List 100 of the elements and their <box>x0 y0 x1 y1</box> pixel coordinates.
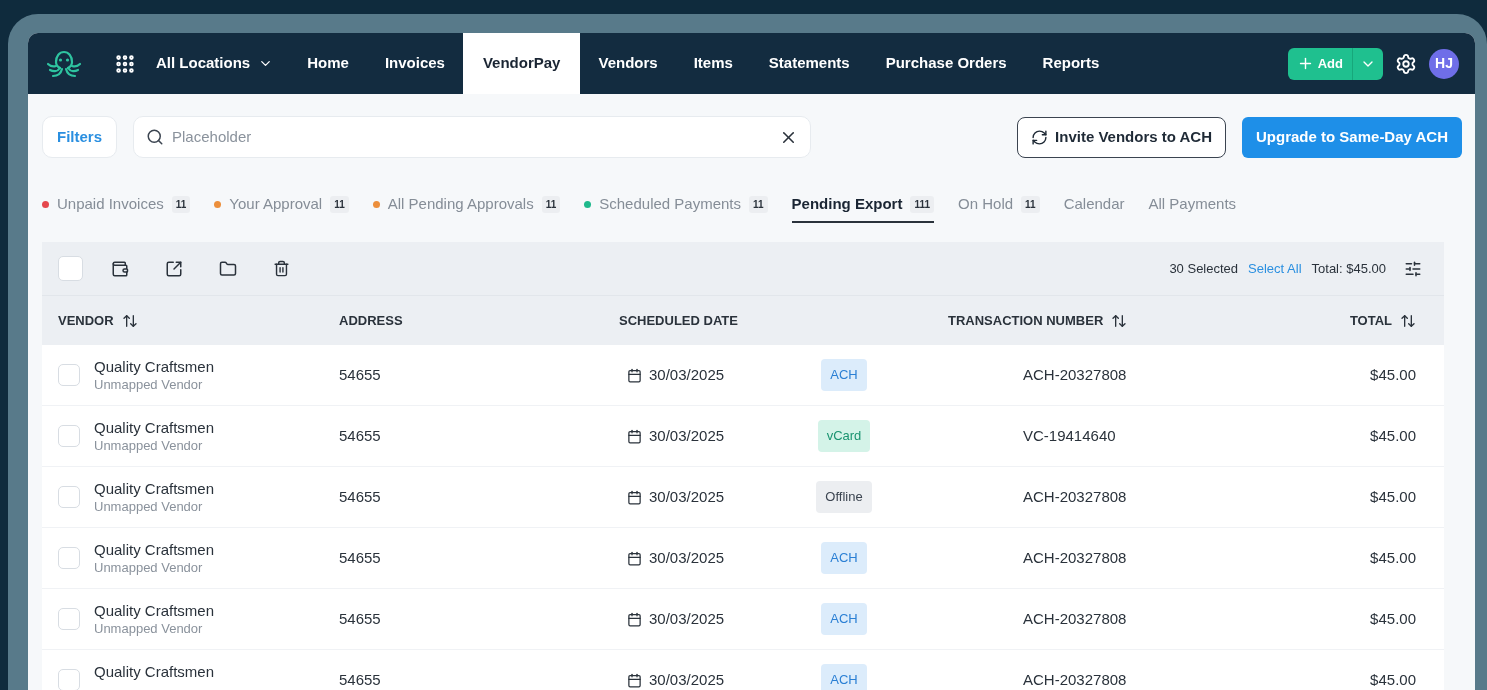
total-cell-text: $45.00 <box>1370 486 1416 507</box>
checkbox[interactable] <box>58 486 80 508</box>
address-cell: 54655 <box>339 365 381 383</box>
payment-method-badge: ACH <box>821 359 867 391</box>
tab-label: Scheduled Payments <box>599 193 742 214</box>
date-cell-text: 30/03/2025 <box>649 608 725 629</box>
nav-tab[interactable]: Statements <box>750 33 868 94</box>
status-tab[interactable]: Scheduled Payments 11 <box>584 187 768 223</box>
folder-icon[interactable] <box>219 259 237 278</box>
column-header: TOTAL <box>1349 311 1392 330</box>
table-row[interactable]: Quality Craftsmen Unmapped Vendor 54655 30/03/2025 ACH ACH-20327808 $45.00 <box>42 589 1444 650</box>
status-tab[interactable]: Unpaid Invoices 11 <box>42 187 191 223</box>
tab-label: All Pending Approvals <box>387 193 534 214</box>
total-cell-text: $45.00 <box>1370 425 1416 446</box>
sort-icon[interactable] <box>121 312 138 329</box>
payment-method-badge: Offline <box>816 481 872 513</box>
user-avatar[interactable]: HJ <box>1429 48 1459 79</box>
nav-tab[interactable]: Home <box>289 33 367 94</box>
nav-tab[interactable]: Reports <box>1024 33 1118 94</box>
vendor-name: Quality Craftsmen <box>94 418 216 437</box>
table-row[interactable]: Quality Craftsmen Unmapped Vendor 54655 30/03/2025 vCard VC-19414640 $45.00 <box>42 406 1444 467</box>
count-badge: 11 <box>1021 195 1040 213</box>
count-badge: 11 <box>330 195 349 213</box>
nav-tab[interactable]: Items <box>675 33 751 94</box>
transaction-number: ACH-20327808 <box>1023 365 1127 383</box>
address-cell: 54655 <box>339 548 381 566</box>
status-tab[interactable]: Pending Export 111 <box>791 187 935 223</box>
checkbox[interactable] <box>58 547 80 569</box>
vendor-status: Unmapped Vendor <box>94 620 204 637</box>
sort-icon[interactable] <box>1111 312 1128 329</box>
location-dropdown[interactable]: All Locations <box>156 52 274 75</box>
vendor-name: Quality Craftsmen <box>94 662 216 681</box>
address-cell: 54655 <box>339 426 381 444</box>
transaction-number: ACH-20327808 <box>1023 670 1127 688</box>
calendar-icon <box>627 550 642 566</box>
transaction-number: VC-19414640 <box>1023 426 1116 444</box>
payment-method-badge: vCard <box>817 420 871 452</box>
vendor-status: Unmapped Vendor <box>94 376 204 393</box>
total-cell-text: $45.00 <box>1370 547 1416 568</box>
checkbox[interactable] <box>58 669 80 690</box>
nav-tab[interactable]: Purchase Orders <box>867 33 1025 94</box>
transaction-number: ACH-20327808 <box>1023 548 1127 566</box>
search-bar[interactable]: Placeholder <box>133 116 811 158</box>
search-icon <box>146 128 164 146</box>
table-row[interactable]: Quality Craftsmen Unmapped Vendor 54655 30/03/2025 ACH ACH-20327808 $45.00 <box>42 345 1444 406</box>
address-cell: 54655 <box>339 670 381 688</box>
status-tab[interactable]: Your Approval 11 <box>214 187 349 223</box>
column-header: TRANSACTION NUMBER <box>948 311 1104 330</box>
tab-label: All Payments <box>1148 193 1237 214</box>
count-badge: 111 <box>910 195 935 213</box>
tab-label: Your Approval <box>229 193 323 214</box>
checkbox[interactable] <box>58 256 83 281</box>
sort-icon[interactable] <box>1400 312 1416 329</box>
vendor-name: Quality Craftsmen <box>94 479 216 498</box>
vendor-status: Unmapped Vendor <box>94 498 204 515</box>
tab-label: Calendar <box>1063 193 1125 214</box>
wallet-icon[interactable] <box>111 259 129 278</box>
total-cell-text: $45.00 <box>1370 669 1416 690</box>
checkbox[interactable] <box>58 364 80 386</box>
nav-tab[interactable]: Vendors <box>580 33 676 94</box>
table-row[interactable]: Quality Craftsmen 54655 30/03/2025 ACH ACH-20327808 $45.00 <box>42 650 1444 690</box>
checkbox[interactable] <box>58 608 80 630</box>
vendor-status: Unmapped Vendor <box>94 437 204 454</box>
selection-total: Total: $45.00 <box>1311 259 1386 278</box>
nav-tab[interactable]: Invoices <box>366 33 463 94</box>
settings-icon[interactable] <box>1395 52 1417 75</box>
count-badge: 11 <box>541 195 561 213</box>
table-row[interactable]: Quality Craftsmen Unmapped Vendor 54655 30/03/2025 Offline ACH-20327808 $45.00 <box>42 467 1444 528</box>
calendar-icon <box>627 611 642 627</box>
total-cell-text: $45.00 <box>1370 608 1416 629</box>
calendar-icon <box>627 428 642 444</box>
export-icon[interactable] <box>165 259 183 278</box>
search-field[interactable]: Placeholder <box>172 125 779 149</box>
invite-button[interactable]: Invite Vendors to ACH <box>1017 116 1226 158</box>
vendor-name: Quality Craftsmen <box>94 601 216 620</box>
column-header: ADDRESS <box>339 311 403 330</box>
total-cell-text: $45.00 <box>1370 364 1416 385</box>
status-tab[interactable]: On Hold 11 <box>958 187 1040 223</box>
vendor-name: Quality Craftsmen <box>94 357 216 376</box>
count-badge: 11 <box>749 195 768 213</box>
status-tab[interactable]: All Pending Approvals 11 <box>372 187 561 223</box>
apps-grid-icon[interactable] <box>114 52 136 75</box>
trash-icon[interactable] <box>273 260 290 277</box>
sliders-icon[interactable] <box>1404 259 1422 278</box>
date-cell-text: 30/03/2025 <box>649 425 725 446</box>
table-row[interactable]: Quality Craftsmen Unmapped Vendor 54655 30/03/2025 ACH ACH-20327808 $45.00 <box>42 528 1444 589</box>
checkbox[interactable] <box>58 425 80 447</box>
column-header: VENDOR <box>58 311 114 330</box>
tab-label: Pending Export <box>791 193 903 214</box>
date-cell-text: 30/03/2025 <box>649 486 725 507</box>
address-cell: 54655 <box>339 487 381 505</box>
calendar-icon <box>627 367 642 383</box>
date-cell-text: 30/03/2025 <box>649 547 725 568</box>
payment-method-badge: ACH <box>821 664 867 690</box>
date-cell-text: 30/03/2025 <box>649 364 725 385</box>
date-cell-text: 30/03/2025 <box>649 669 725 690</box>
tab-label: On Hold <box>958 193 1014 214</box>
nav-tab[interactable]: VendorPay <box>462 33 581 94</box>
selected-count: 30 Selected <box>1169 259 1239 278</box>
column-header: SCHEDULED DATE <box>619 311 738 330</box>
